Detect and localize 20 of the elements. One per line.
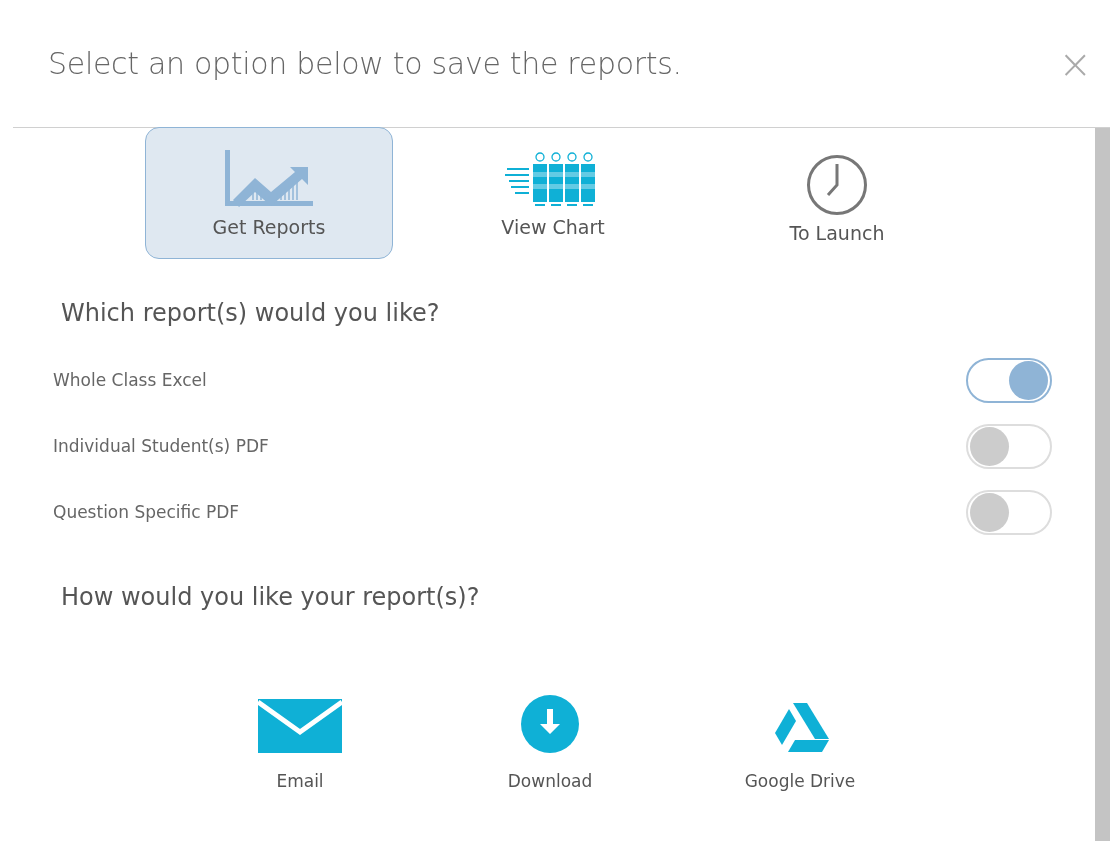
option-label: Question Specific PDF bbox=[53, 502, 240, 522]
option-label: Individual Student(s) PDF bbox=[53, 436, 269, 456]
delivery-option[interactable]: Email bbox=[175, 671, 425, 791]
section-heading: How would you like your report(s)? bbox=[61, 583, 481, 611]
dialog-title: Select an option below to save the reports. bbox=[48, 46, 682, 81]
delivery-option[interactable]: Download bbox=[425, 671, 675, 791]
delivery-option[interactable]: Google Drive bbox=[675, 671, 925, 791]
trend-chart-icon bbox=[223, 150, 315, 208]
toggle-switch[interactable] bbox=[966, 357, 1052, 403]
toggle-switch[interactable] bbox=[966, 423, 1052, 469]
tab[interactable]: To Launch bbox=[713, 127, 961, 259]
toggle-switch[interactable] bbox=[966, 489, 1052, 535]
download-icon bbox=[521, 695, 579, 753]
option-label: Whole Class Excel bbox=[53, 370, 207, 390]
tab[interactable]: Get Reports bbox=[145, 127, 393, 259]
envelope-icon bbox=[258, 699, 342, 753]
section-heading: Which report(s) would you like? bbox=[61, 299, 441, 327]
scrollbar[interactable] bbox=[1095, 128, 1110, 841]
clock-icon bbox=[806, 154, 868, 216]
tab[interactable]: View Chart bbox=[429, 127, 677, 259]
